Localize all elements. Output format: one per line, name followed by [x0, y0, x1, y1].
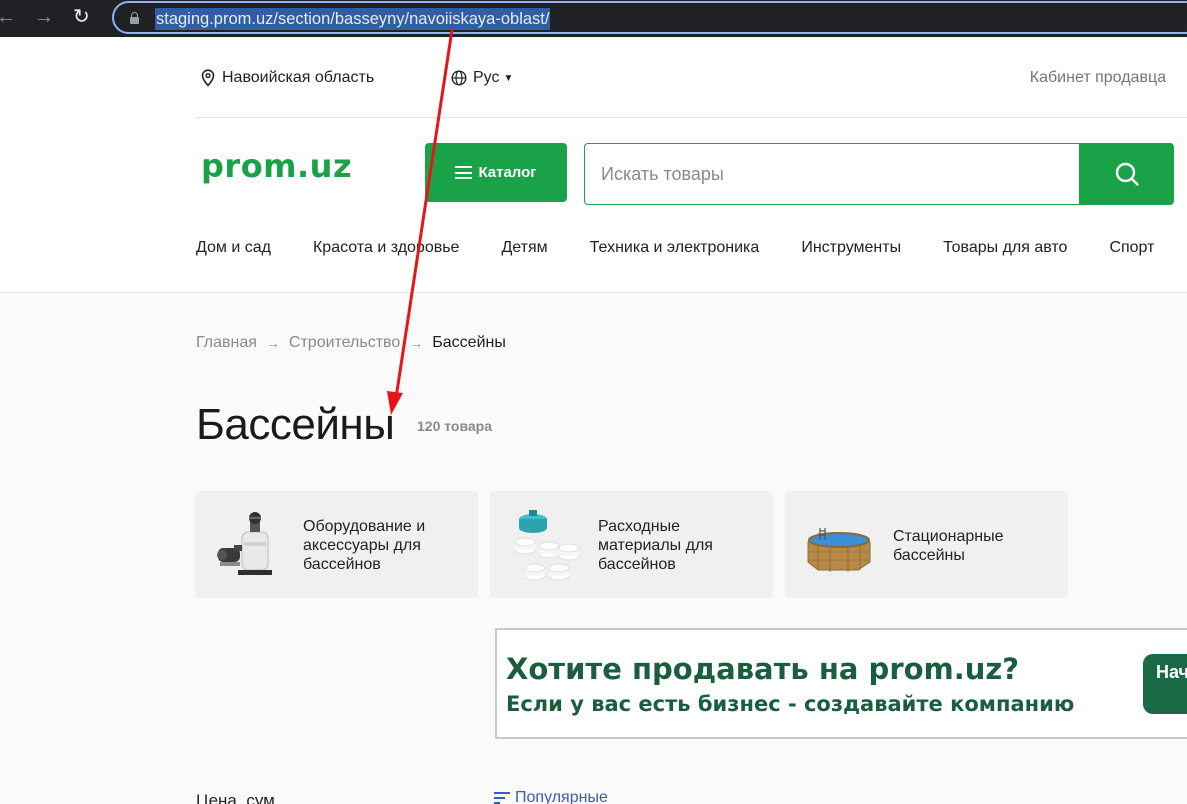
caret-down-icon: ▼ [503, 72, 514, 84]
banner-title: Хотите продавать на prom.uz? [506, 652, 1020, 686]
breadcrumb: Главная → Строительство → Бассейны [196, 334, 506, 352]
breadcrumb-current: Бассейны [432, 334, 506, 351]
search-input[interactable] [601, 144, 1071, 204]
url-text[interactable]: staging.prom.uz/section/basseyny/navoiis… [155, 8, 551, 30]
pool-filter-icon [217, 512, 272, 575]
octagonal-pool-icon [807, 528, 871, 572]
language-selector[interactable]: Рус ▼ [451, 69, 513, 87]
location-pin-icon [201, 69, 215, 87]
banner-start-button[interactable]: Нач [1143, 654, 1187, 714]
catalog-button-label: Каталог [478, 164, 537, 181]
menu-icon [455, 166, 473, 179]
banner-subtitle: Если у вас есть бизнес - создавайте комп… [506, 692, 1075, 716]
subcategory-card-consumables[interactable]: Расходные материалы для бассейнов [490, 491, 773, 598]
browser-toolbar: ← → ↻ staging.prom.uz/section/basseyny/n… [0, 0, 1187, 37]
address-bar[interactable]: staging.prom.uz/section/basseyny/navoiis… [112, 1, 1187, 34]
search-button[interactable] [1079, 143, 1174, 205]
category-nav: Дом и сад Красота и здоровье Детям Техни… [196, 239, 1187, 257]
nav-item-sport[interactable]: Спорт [1109, 239, 1154, 257]
region-label: Навоийская область [222, 69, 375, 86]
back-arrow-icon[interactable]: ← [0, 6, 16, 28]
seller-cabinet-link[interactable]: Кабинет продавца [1030, 69, 1166, 87]
product-count: 120 товара [417, 418, 493, 434]
subcategory-label: Расходные материалы для бассейнов [598, 518, 713, 573]
nav-item-kids[interactable]: Детям [501, 239, 547, 257]
search-icon [1115, 162, 1139, 186]
nav-item-tools[interactable]: Инструменты [801, 239, 901, 257]
sort-label: Популярные [515, 789, 608, 804]
breadcrumb-construction[interactable]: Строительство [289, 334, 400, 352]
search-box [584, 143, 1080, 205]
page-title: Бассейны [196, 400, 395, 449]
breadcrumb-arrow-icon: → [265, 335, 280, 351]
nav-item-home-garden[interactable]: Дом и сад [196, 239, 271, 257]
language-label: Рус [473, 69, 500, 86]
forward-arrow-icon[interactable]: → [34, 6, 54, 28]
site-logo[interactable]: prom.uz [201, 147, 352, 185]
price-filter-label: Цена, сум [196, 791, 275, 804]
sort-selector[interactable]: Популярные [493, 789, 608, 804]
chlorine-tablets-icon [514, 510, 580, 581]
breadcrumb-home[interactable]: Главная [196, 334, 257, 352]
reload-icon[interactable]: ↻ [73, 6, 90, 28]
lock-icon[interactable] [130, 12, 139, 24]
nav-item-electronics[interactable]: Техника и электроника [590, 239, 760, 257]
nav-item-auto[interactable]: Товары для авто [943, 239, 1067, 257]
subcategory-label: Стационарные бассейны [893, 528, 1004, 564]
nav-item-beauty-health[interactable]: Красота и здоровье [313, 239, 459, 257]
subcategory-card-stationary-pools[interactable]: Стационарные бассейны [785, 491, 1068, 598]
catalog-button[interactable]: Каталог [425, 143, 567, 202]
globe-icon [451, 70, 467, 86]
site-header: Навоийская область Рус ▼ Кабинет продавц… [0, 37, 1187, 293]
subcategory-label: Оборудование и аксессуары для бассейнов [303, 518, 426, 573]
subcategory-card-equipment[interactable]: Оборудование и аксессуары для бассейнов [195, 491, 478, 598]
breadcrumb-arrow-icon: → [409, 335, 424, 351]
sort-icon [494, 792, 510, 804]
header-divider [196, 117, 1187, 118]
seller-promo-banner[interactable]: Хотите продавать на prom.uz? Если у вас … [495, 628, 1187, 739]
region-selector[interactable]: Навоийская область [200, 69, 374, 87]
